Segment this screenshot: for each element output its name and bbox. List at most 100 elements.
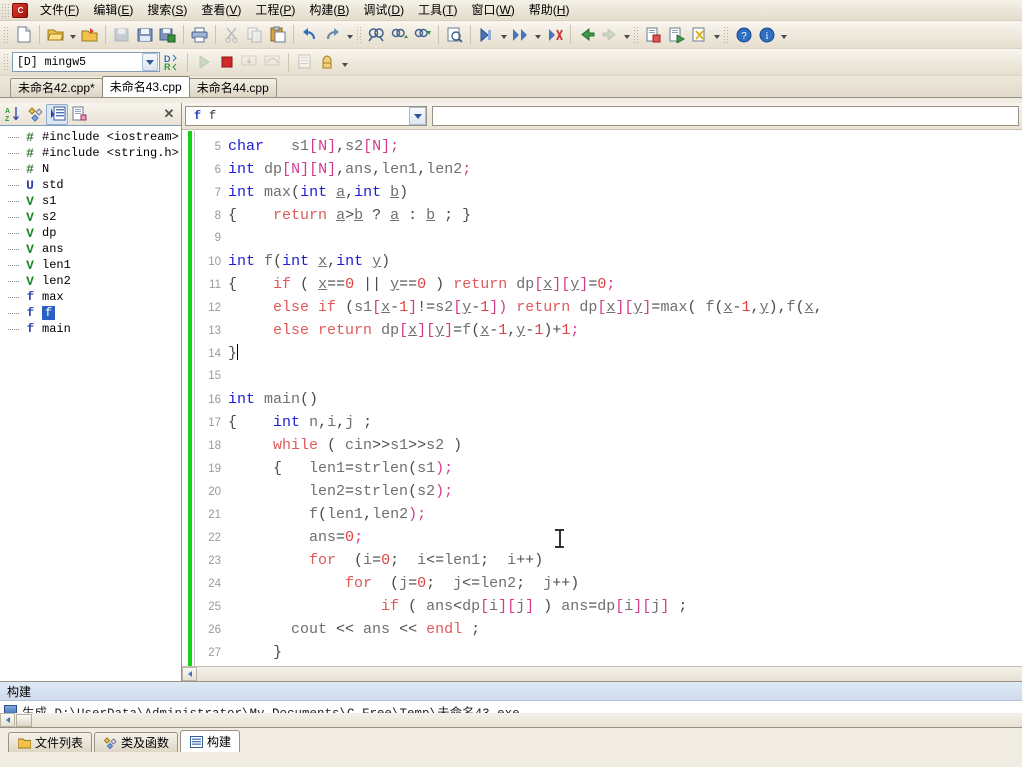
refresh-tree-icon[interactable] [68,104,90,125]
open-file-dropdown-icon[interactable] [67,23,78,46]
stop-build-icon[interactable] [688,23,711,46]
symbol-tree[interactable]: # #include <iostream> # #include <string.h>… [0,126,181,681]
menu-item-2[interactable]: 编辑(E) [86,1,140,20]
bookmark-toggle-icon[interactable] [475,23,498,46]
menu-item-1[interactable]: 文件(F) [33,1,86,20]
tree-item-8[interactable]: Vans [0,241,181,257]
editor-horizontal-scrollbar[interactable] [182,666,1022,681]
code-line-17[interactable]: 17 { int n,i,j ; [182,411,1022,434]
redo-dropdown-icon[interactable] [344,23,355,46]
build-dropdown-icon[interactable] [711,23,722,46]
save-icon[interactable] [133,23,156,46]
compiler-select[interactable]: [D] mingw5 [12,52,160,72]
code-line-7[interactable]: 7 int max(int a,int b) [182,181,1022,204]
code-line-15[interactable]: 15 [182,365,1022,388]
toolbar-grip[interactable] [3,25,9,44]
navigate-dropdown-icon[interactable] [621,23,632,46]
tree-item-13[interactable]: f main [0,321,181,337]
tree-item-7[interactable]: Vdp [0,225,181,241]
symbol-select-arrow-icon[interactable] [409,107,426,125]
tree-item-3[interactable]: # N [0,161,181,177]
tree-item-11[interactable]: f max [0,289,181,305]
code-line-23[interactable]: 23 for (i=0; i<=len1; i++) [182,549,1022,572]
code-line-10[interactable]: 10 int f(int x,int y) [182,250,1022,273]
menu-item-7[interactable]: 调试(D) [356,1,411,20]
tree-item-5[interactable]: Vs1 [0,193,181,209]
tree-item-4[interactable]: Ustd [0,177,181,193]
toolbar-grip[interactable] [723,25,729,44]
code-line-14[interactable]: 14} [182,342,1022,365]
step-into-icon[interactable] [238,51,261,74]
code-line-27[interactable]: 27 } [182,641,1022,664]
code-editor[interactable]: 5 char s1[N],s2[N]; 6 int dp[N][N],ans,len1… [182,130,1022,666]
find-next-icon[interactable] [411,23,434,46]
output-scroll-thumb[interactable] [16,713,32,727]
sort-alpha-icon[interactable]: AZ [2,104,24,125]
menu-item-4[interactable]: 查看(V) [194,1,248,20]
redo-icon[interactable] [321,23,344,46]
compiler-select-arrow-icon[interactable] [142,53,158,71]
code-line-25[interactable]: 25 if ( ans<dp[i][j] ) ans=dp[i][j] ; [182,595,1022,618]
tree-item-1[interactable]: # #include <iostream> [0,129,181,145]
menu-item-5[interactable]: 工程(P) [248,1,302,20]
open-folder-icon[interactable] [78,23,101,46]
code-line-20[interactable]: 20 len2=strlen(s2); [182,480,1022,503]
pause-icon[interactable] [316,51,339,74]
debug-dropdown-icon[interactable] [339,51,350,74]
bookmark-clear-icon[interactable] [543,23,566,46]
watch-icon[interactable] [293,51,316,74]
code-line-22[interactable]: 22 ans=0; [182,526,1022,549]
tree-item-6[interactable]: Vs2 [0,209,181,225]
compile-icon[interactable] [642,23,665,46]
step-over-icon[interactable] [261,51,284,74]
tree-item-10[interactable]: Vlen2 [0,273,181,289]
menu-item-10[interactable]: 帮助(H) [522,1,577,20]
cut-icon[interactable] [220,23,243,46]
bookmark-next-dropdown-icon[interactable] [532,23,543,46]
tree-item-12[interactable]: ff [0,305,181,321]
code-line-5[interactable]: 5 char s1[N],s2[N]; [182,135,1022,158]
code-line-13[interactable]: 13 else return dp[x][y]=f(x-1,y-1)+1; [182,319,1022,342]
bottom-tab-3[interactable]: 构建 [180,730,241,752]
tree-item-2[interactable]: # #include <string.h> [0,145,181,161]
debug-release-toggle-icon[interactable]: DR [160,51,183,74]
group-by-type-icon[interactable] [24,104,46,125]
paste-icon[interactable] [266,23,289,46]
menu-item-3[interactable]: 搜索(S) [140,1,194,20]
tree-item-9[interactable]: Vlen1 [0,257,181,273]
save-copy-icon[interactable] [156,23,179,46]
replace-icon[interactable] [443,23,466,46]
code-line-19[interactable]: 19 { len1=strlen(s1); [182,457,1022,480]
show-members-icon[interactable] [46,103,68,125]
symbol-secondary-field[interactable] [432,106,1019,126]
code-line-12[interactable]: 12 else if (s1[x-1]!=s2[y-1]) return dp[… [182,296,1022,319]
output-horizontal-scrollbar[interactable] [0,713,1022,727]
bookmark-next-icon[interactable] [509,23,532,46]
save-all-icon[interactable] [110,23,133,46]
menu-item-9[interactable]: 窗口(W) [464,1,521,20]
file-tab-2[interactable]: 未命名43.cpp [101,76,190,97]
help-icon[interactable]: ? [732,23,755,46]
close-panel-icon[interactable]: ✕ [161,106,177,122]
file-tab-3[interactable]: 未命名44.cpp [188,78,277,97]
menubar-grip[interactable] [2,2,9,18]
code-lines[interactable]: 5 char s1[N],s2[N]; 6 int dp[N][N],ans,len1… [182,135,1022,666]
copy-icon[interactable] [243,23,266,46]
code-line-24[interactable]: 24 for (j=0; j<=len2; j++) [182,572,1022,595]
code-line-26[interactable]: 26 cout << ans << endl ; [182,618,1022,641]
stop-icon[interactable] [215,51,238,74]
undo-icon[interactable] [298,23,321,46]
help-dropdown-icon[interactable] [778,23,789,46]
toolbar-grip[interactable] [633,25,639,44]
code-line-9[interactable]: 9 [182,227,1022,250]
output-scroll-left-icon[interactable] [0,713,15,727]
toolbar-grip[interactable] [356,25,362,44]
output-panel-body[interactable]: 生成 D:\UserData\Administrator\My Document… [0,701,1022,728]
menu-item-8[interactable]: 工具(T) [411,1,464,20]
bottom-tab-1[interactable]: 文件列表 [8,732,93,752]
find-icon[interactable] [365,23,388,46]
menu-item-6[interactable]: 构建(B) [302,1,356,20]
print-icon[interactable] [188,23,211,46]
bookmark-dropdown-icon[interactable] [498,23,509,46]
symbol-select[interactable]: f f [185,106,427,126]
